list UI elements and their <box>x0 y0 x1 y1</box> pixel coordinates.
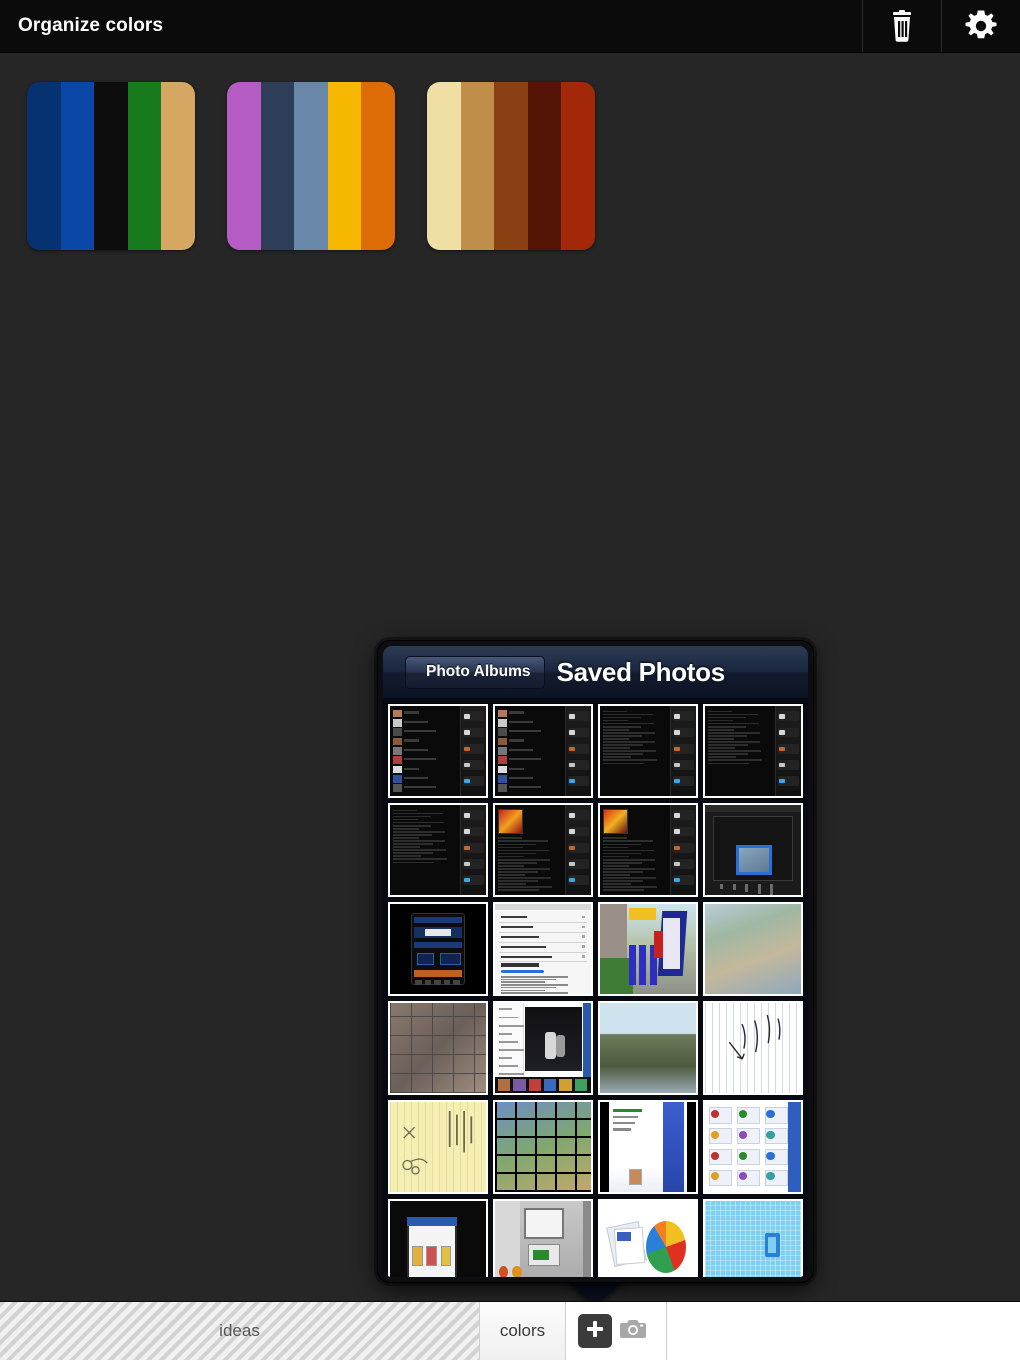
camera-button[interactable] <box>616 1314 650 1348</box>
palette-swatch-2[interactable] <box>227 82 395 250</box>
palette-stripe <box>260 82 295 250</box>
photo-thumbnail[interactable] <box>493 1100 593 1194</box>
photo-thumbnail[interactable] <box>598 1001 698 1095</box>
photo-thumbnail[interactable] <box>388 1001 488 1095</box>
page-title: Organize colors <box>18 15 164 36</box>
photo-picker-popover: Photo Albums Saved Photos <box>377 640 814 1283</box>
plus-icon <box>585 1319 605 1344</box>
photo-thumbnail[interactable] <box>703 1100 803 1194</box>
tab-bar-filler <box>667 1302 1020 1360</box>
top-bar-actions <box>862 0 1020 52</box>
palette-stripe <box>294 82 328 250</box>
palette-swatch-3[interactable] <box>427 82 595 250</box>
photo-thumbnail[interactable] <box>388 1199 488 1277</box>
palette-grid <box>27 82 595 250</box>
palette-stripe <box>327 82 362 250</box>
bottom-tab-bar: ideas colors <box>0 1301 1020 1360</box>
photo-thumbnail[interactable] <box>598 902 698 996</box>
photo-thumbnail[interactable] <box>703 1199 803 1277</box>
top-bar: Organize colors <box>0 0 1020 53</box>
photo-thumbnail[interactable] <box>598 1199 698 1277</box>
photo-thumbnail[interactable] <box>493 1199 593 1277</box>
tab-bar-actions <box>566 1302 667 1360</box>
palette-stripe <box>494 82 528 250</box>
popover-inner: Photo Albums Saved Photos <box>383 646 808 1277</box>
palette-stripe <box>361 82 395 250</box>
photo-thumbnail[interactable] <box>703 704 803 798</box>
add-button[interactable] <box>578 1314 612 1348</box>
photo-thumbnail[interactable] <box>703 1001 803 1095</box>
photo-thumbnail[interactable] <box>388 704 488 798</box>
photo-thumbnail[interactable] <box>493 704 593 798</box>
photo-thumbnail[interactable] <box>388 1100 488 1194</box>
photo-thumbnail-grid[interactable] <box>383 699 808 1277</box>
palette-stripe <box>227 82 261 250</box>
photo-thumbnail[interactable] <box>598 1100 698 1194</box>
palette-stripe <box>527 82 562 250</box>
popover-nav-bar: Photo Albums Saved Photos <box>383 646 808 699</box>
photo-thumbnail[interactable] <box>703 902 803 996</box>
palette-swatch-1[interactable] <box>27 82 195 250</box>
photo-thumbnail[interactable] <box>493 902 593 996</box>
app-root: Organize colors Photo Albums Saved Photo… <box>0 0 1020 1360</box>
palette-stripe <box>561 82 595 250</box>
delete-button[interactable] <box>862 0 941 52</box>
camera-icon <box>620 1318 646 1345</box>
palette-stripe <box>161 82 195 250</box>
trash-icon <box>888 10 916 42</box>
tab-colors[interactable]: colors <box>480 1302 566 1360</box>
popover-title: Saved Photos <box>556 656 726 687</box>
settings-button[interactable] <box>941 0 1020 52</box>
photo-thumbnail[interactable] <box>493 803 593 897</box>
photo-thumbnail[interactable] <box>703 803 803 897</box>
tab-ideas[interactable]: ideas <box>0 1302 480 1360</box>
palette-stripe <box>427 82 461 250</box>
back-button-photo-albums[interactable]: Photo Albums <box>405 655 546 689</box>
photo-thumbnail[interactable] <box>598 704 698 798</box>
photo-thumbnail[interactable] <box>598 803 698 897</box>
palette-stripe <box>60 82 95 250</box>
photo-thumbnail[interactable] <box>493 1001 593 1095</box>
palette-stripe <box>460 82 495 250</box>
palette-stripe <box>27 82 61 250</box>
palette-stripe <box>127 82 162 250</box>
palette-stripe <box>94 82 128 250</box>
gear-icon <box>964 9 998 43</box>
photo-thumbnail[interactable] <box>388 902 488 996</box>
photo-thumbnail[interactable] <box>388 803 488 897</box>
